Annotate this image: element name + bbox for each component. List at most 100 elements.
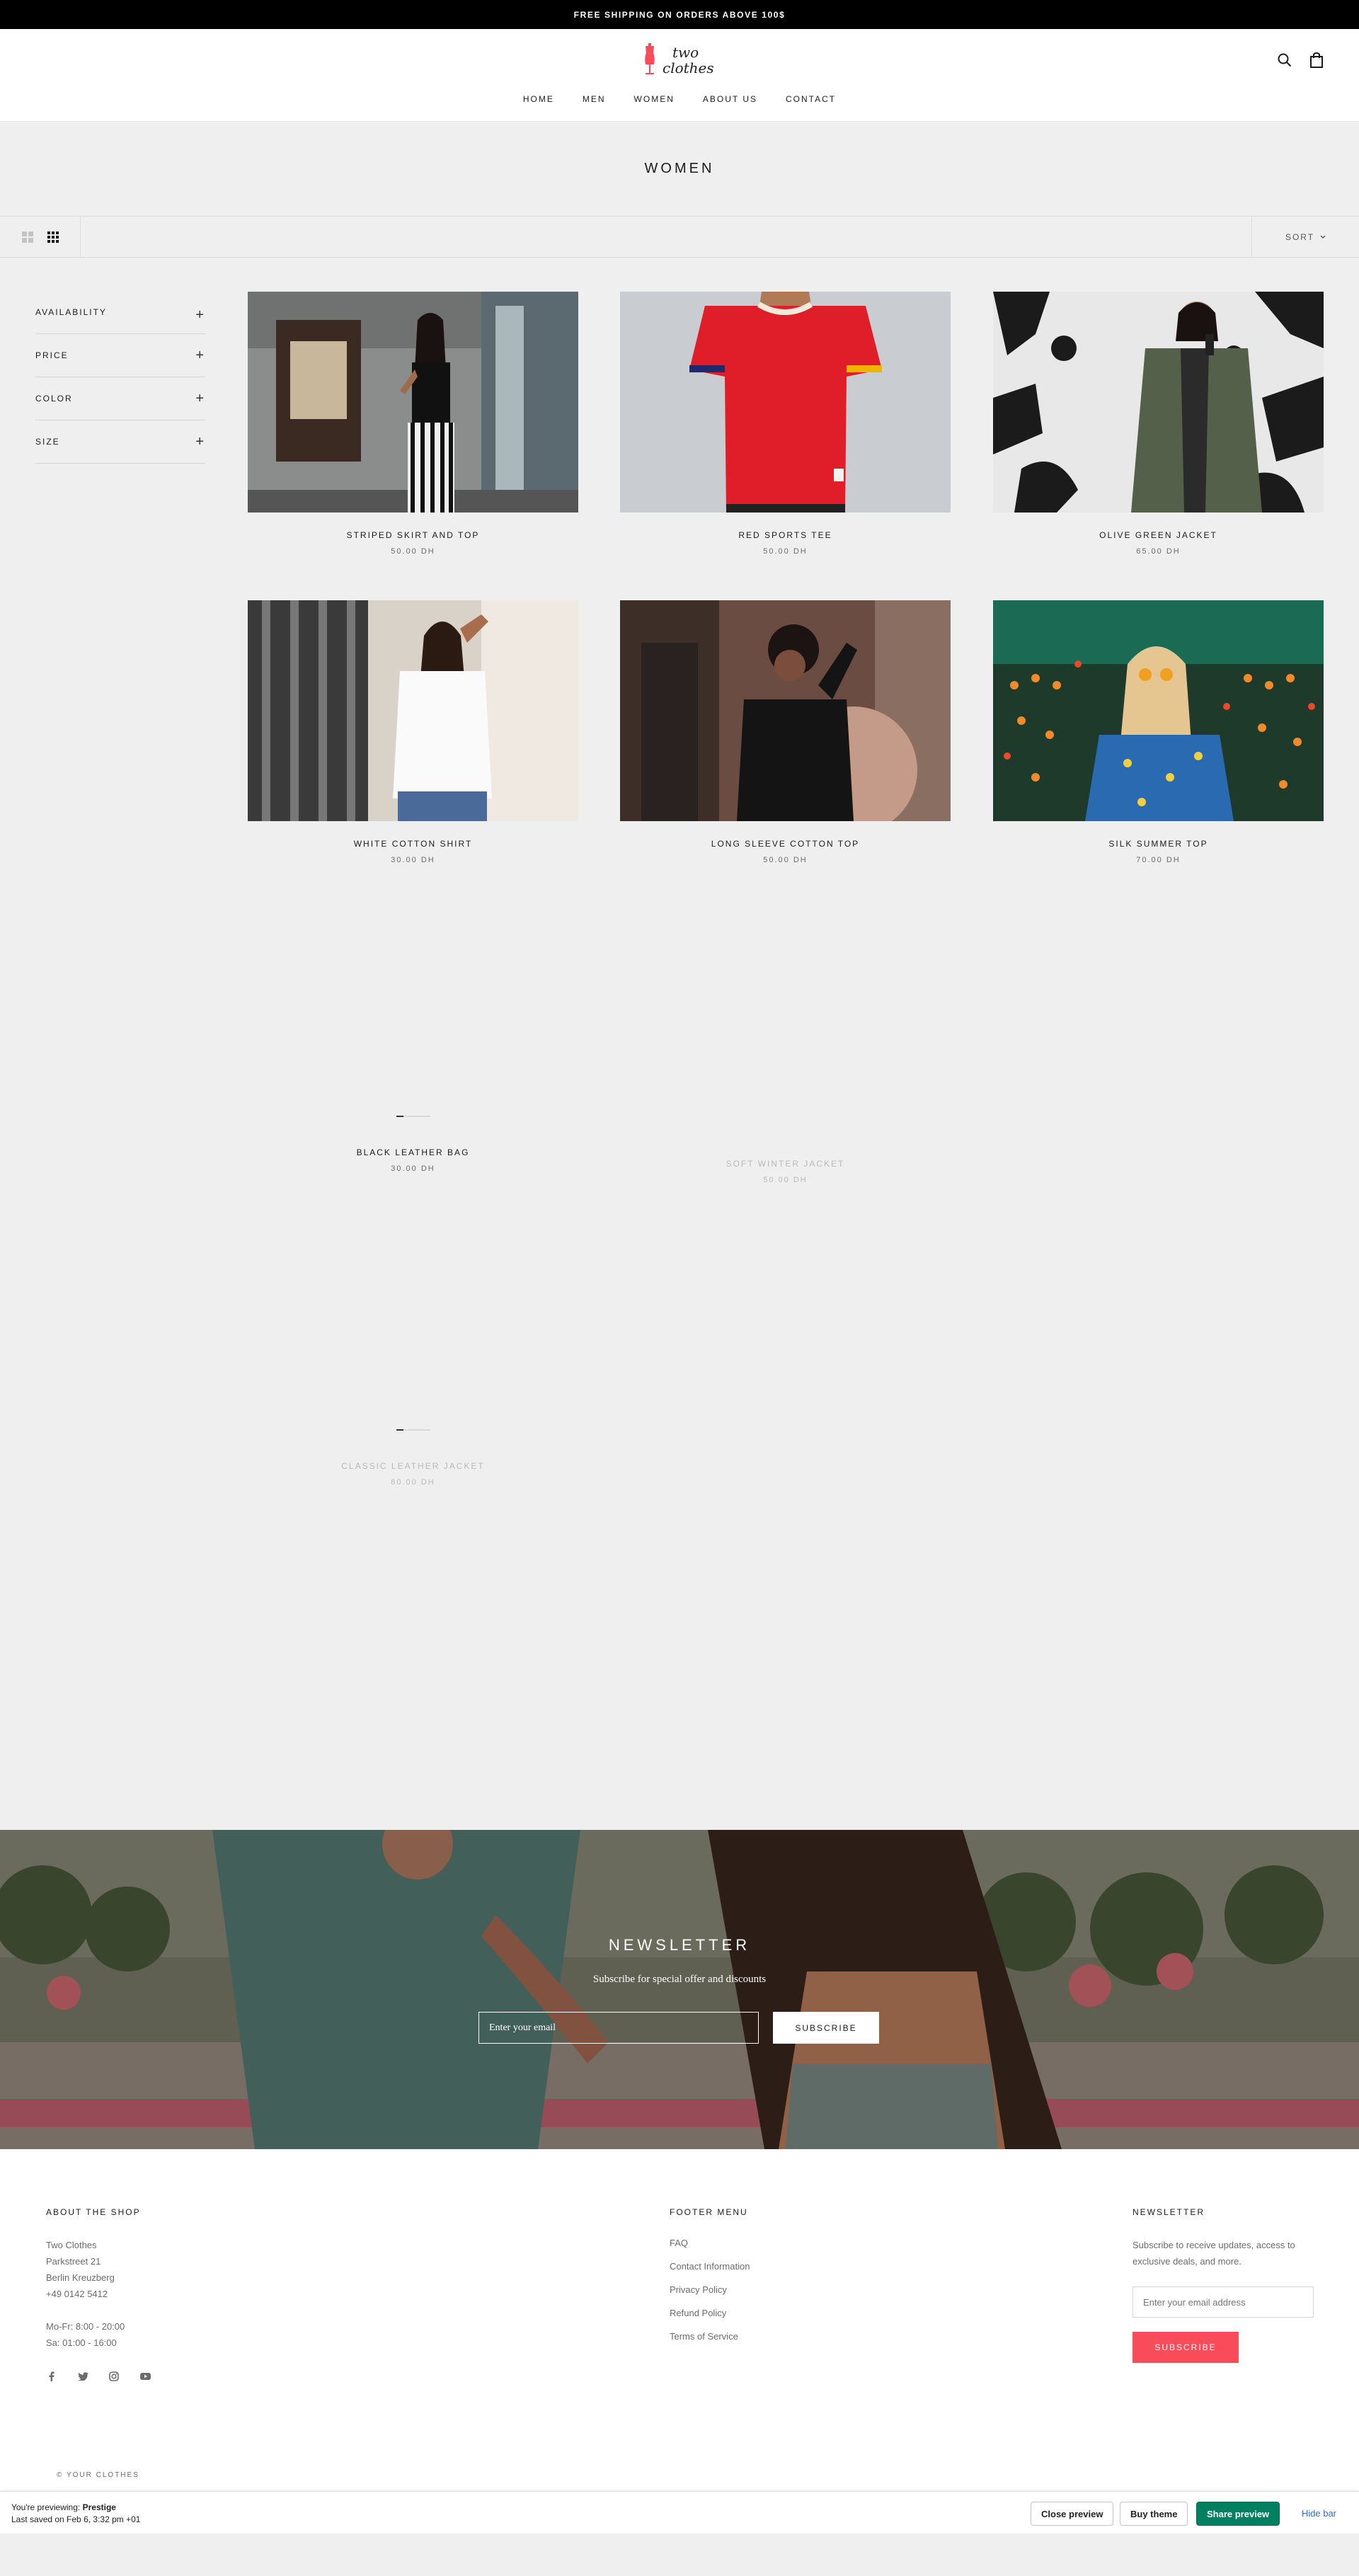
footer-link-faq[interactable]: FAQ [670, 2231, 750, 2255]
filter-availability[interactable]: AVAILABILITY + [35, 291, 205, 334]
cart-button[interactable] [1307, 50, 1326, 70]
copyright: © YOUR CLOTHES [57, 2471, 139, 2479]
close-preview-button[interactable]: Close preview [1031, 2502, 1114, 2526]
footer-heading: NEWSLETTER [1132, 2207, 1205, 2217]
footer-link-refund[interactable]: Refund Policy [670, 2301, 750, 2325]
footer-newsletter-text: Subscribe to receive updates, access to [1132, 2240, 1295, 2250]
footer-about: ABOUT THE SHOP Two Clothes Parkstreet 21… [46, 2207, 151, 2382]
product-price: 80.00 DH [391, 1478, 435, 1487]
product-card[interactable]: CLASSIC LEATHER JACKET 80.00 DH [248, 1223, 578, 1487]
footer-newsletter-text: exclusive deals, and more. [1132, 2256, 1242, 2267]
newsletter-background-image [0, 1830, 1359, 2149]
product-title[interactable]: STRIPED SKIRT AND TOP [248, 530, 578, 540]
shopping-bag-icon [1310, 52, 1323, 68]
product-image[interactable] [248, 600, 578, 821]
grid-small-icon [47, 231, 59, 243]
footer-phone: +49 0142 5412 [46, 2289, 108, 2299]
product-card[interactable]: BLACK LEATHER BAG 30.00 DH [248, 909, 578, 1173]
grid-2-button[interactable] [21, 230, 35, 244]
filter-label: PRICE [35, 350, 69, 360]
collection-header: WOMEN [0, 122, 1359, 216]
product-price: 50.00 DH [763, 856, 808, 864]
footer-link-contact[interactable]: Contact Information [670, 2255, 750, 2278]
logo[interactable]: two clothes [643, 40, 716, 80]
nav-home[interactable]: HOME [523, 94, 554, 104]
product-image[interactable] [248, 1223, 578, 1443]
filter-label: COLOR [35, 394, 73, 403]
product-card[interactable]: LONG SLEEVE COTTON TOP 50.00 DH [620, 600, 951, 864]
newsletter-section: NEWSLETTER Subscribe for special offer a… [0, 1830, 1359, 2149]
chevron-down-icon [1320, 235, 1326, 239]
product-title[interactable]: LONG SLEEVE COTTON TOP [620, 839, 951, 849]
hide-bar-link[interactable]: Hide bar [1302, 2508, 1336, 2519]
newsletter-title: NEWSLETTER [608, 1936, 751, 1954]
plus-icon: + [195, 347, 205, 363]
product-price: 50.00 DH [763, 547, 808, 556]
layout-switch [0, 217, 81, 257]
footer-heading: ABOUT THE SHOP [46, 2207, 141, 2217]
product-title[interactable]: SILK SUMMER TOP [993, 839, 1324, 849]
buy-theme-button[interactable]: Buy theme [1120, 2502, 1188, 2526]
product-image[interactable] [993, 600, 1324, 821]
share-preview-button[interactable]: Share preview [1196, 2502, 1280, 2526]
image-loading-indicator [396, 1429, 430, 1431]
product-title[interactable]: OLIVE GREEN JACKET [993, 530, 1324, 540]
product-image[interactable] [620, 920, 951, 1141]
search-button[interactable] [1275, 50, 1295, 70]
product-image[interactable] [248, 292, 578, 513]
filter-color[interactable]: COLOR + [35, 377, 205, 420]
nav-women[interactable]: WOMEN [634, 94, 675, 104]
plus-icon: + [195, 307, 205, 323]
filter-label: SIZE [35, 437, 60, 447]
plus-icon: + [195, 390, 205, 406]
social-links [46, 2371, 151, 2382]
product-card[interactable]: SOFT WINTER JACKET 50.00 DH [620, 920, 951, 1184]
instagram-icon[interactable] [108, 2371, 120, 2382]
twitter-icon[interactable] [77, 2371, 88, 2382]
sort-button[interactable]: SORT [1251, 217, 1359, 257]
site-header: two clothes HOME MEN WOMEN ABOUT US CONT… [0, 29, 1359, 122]
product-price: 30.00 DH [391, 856, 435, 864]
product-image[interactable] [620, 292, 951, 513]
product-card[interactable]: SILK SUMMER TOP 70.00 DH [993, 600, 1324, 864]
filter-price[interactable]: PRICE + [35, 334, 205, 377]
logo-text: two clothes [663, 45, 714, 76]
nav-about-us[interactable]: ABOUT US [703, 94, 757, 104]
grid-large-icon [21, 231, 33, 243]
product-card[interactable]: WHITE COTTON SHIRT 30.00 DH [248, 600, 578, 864]
newsletter-subscribe-button[interactable]: SUBSCRIBE [773, 2012, 879, 2044]
product-title[interactable]: WHITE COTTON SHIRT [248, 839, 578, 849]
footer-link-terms[interactable]: Terms of Service [670, 2325, 750, 2348]
footer-address-line: Berlin Kreuzberg [46, 2272, 115, 2283]
product-image[interactable] [620, 600, 951, 821]
product-card[interactable]: RED SPORTS TEE 50.00 DH [620, 292, 951, 556]
footer-link-privacy[interactable]: Privacy Policy [670, 2278, 750, 2301]
product-price: 50.00 DH [763, 1176, 808, 1184]
product-title[interactable]: RED SPORTS TEE [620, 530, 951, 540]
main-nav: HOME MEN WOMEN ABOUT US CONTACT [0, 94, 1359, 104]
product-image[interactable] [248, 909, 578, 1130]
collection-toolbar: SORT [0, 216, 1359, 258]
nav-men[interactable]: MEN [583, 94, 606, 104]
nav-contact[interactable]: CONTACT [786, 94, 836, 104]
footer-email-input[interactable] [1132, 2286, 1314, 2318]
page-title: WOMEN [644, 161, 715, 176]
product-card[interactable]: OLIVE GREEN JACKET 65.00 DH [993, 292, 1324, 556]
newsletter-email-input[interactable] [478, 2012, 759, 2044]
youtube-icon[interactable] [139, 2371, 151, 2382]
footer-address-line: Parkstreet 21 [46, 2256, 101, 2267]
previewing-label: You're previewing: [11, 2502, 81, 2512]
grid-3-button[interactable] [46, 230, 60, 244]
preview-info: You're previewing: Prestige Last saved o… [11, 2502, 140, 2526]
product-card[interactable]: STRIPED SKIRT AND TOP 50.00 DH [248, 292, 578, 556]
facebook-icon[interactable] [46, 2371, 57, 2382]
product-title[interactable]: BLACK LEATHER BAG [248, 1147, 578, 1157]
dress-form-icon [645, 43, 655, 74]
product-title[interactable]: CLASSIC LEATHER JACKET [248, 1461, 578, 1471]
logo-line-1: two [672, 44, 699, 61]
product-title[interactable]: SOFT WINTER JACKET [620, 1159, 951, 1169]
filter-size[interactable]: SIZE + [35, 420, 205, 464]
product-price: 70.00 DH [1136, 856, 1181, 864]
product-image[interactable] [993, 292, 1324, 513]
footer-subscribe-button[interactable]: SUBSCRIBE [1132, 2332, 1239, 2363]
